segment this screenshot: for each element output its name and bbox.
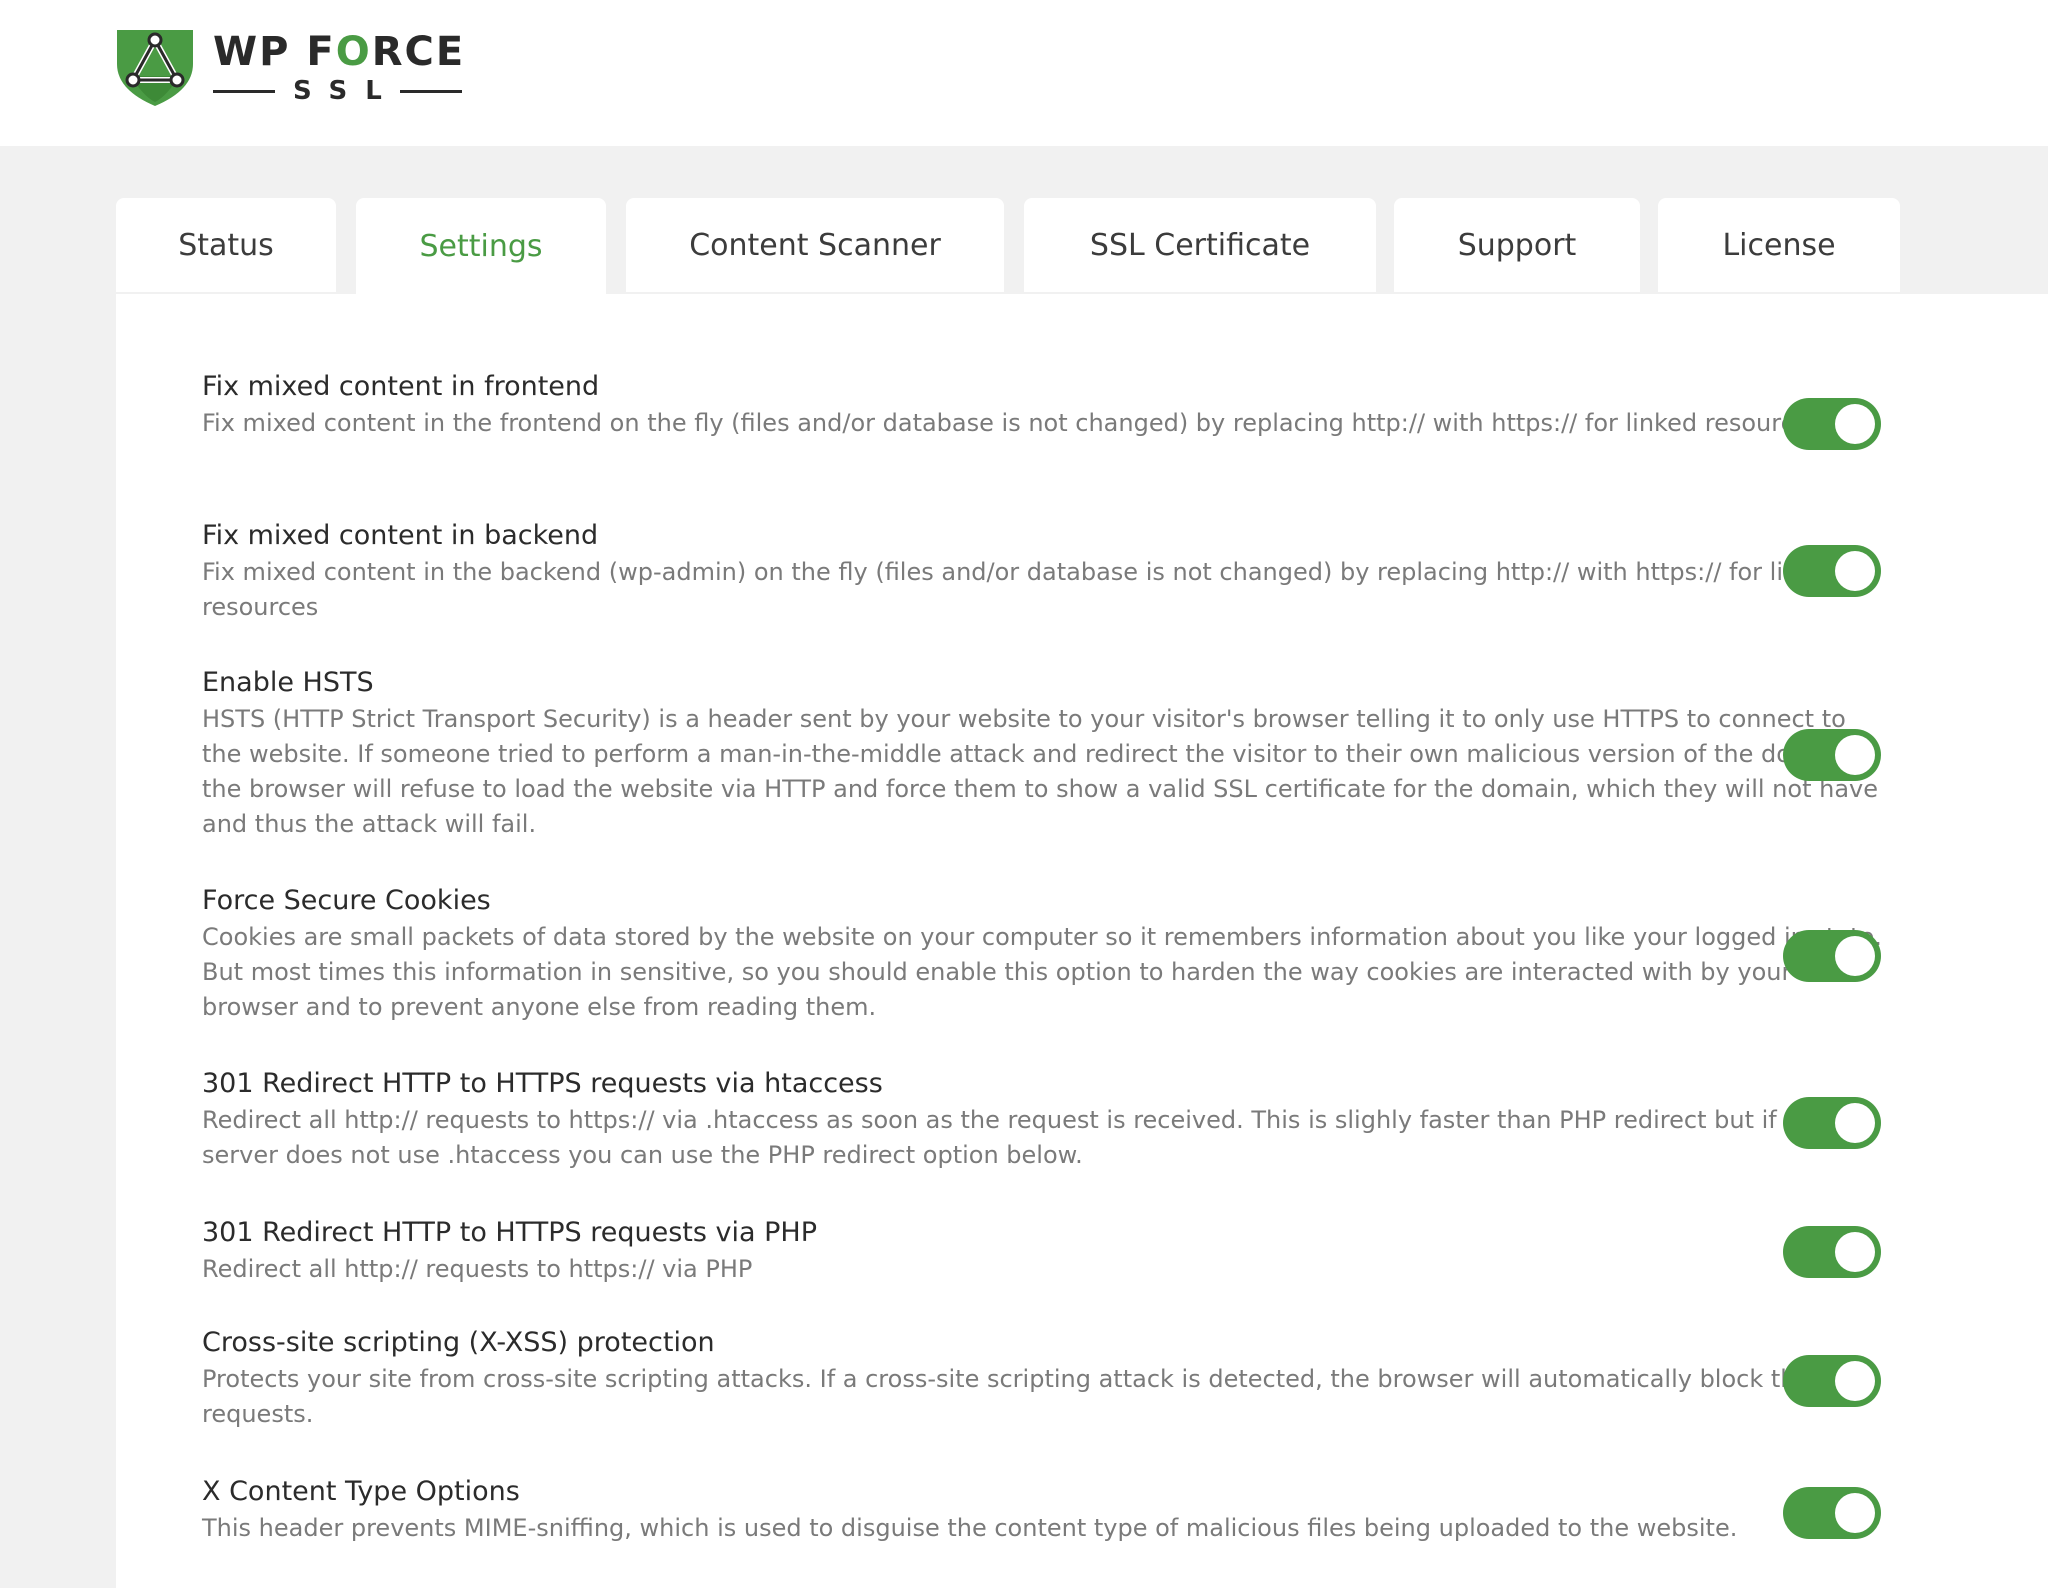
setting-title: Enable HSTS xyxy=(202,667,374,698)
toggle-xss-protection[interactable] xyxy=(1783,1355,1881,1407)
brand-logo[interactable]: WP FORCE SSL xyxy=(113,24,465,108)
setting-row: X Content Type Options This header preve… xyxy=(202,1475,1882,1546)
settings-panel: Fix mixed content in frontend Fix mixed … xyxy=(116,294,2048,1588)
tab-status[interactable]: Status xyxy=(116,198,336,292)
tab-ssl-certificate[interactable]: SSL Certificate xyxy=(1024,198,1376,292)
toggle-force-secure-cookies[interactable] xyxy=(1783,930,1881,982)
header: WP FORCE SSL xyxy=(0,0,2048,146)
setting-title: Force Secure Cookies xyxy=(202,885,491,916)
setting-title: Cross-site scripting (X-XSS) protection xyxy=(202,1327,715,1358)
tab-settings[interactable]: Settings xyxy=(356,198,606,294)
setting-description: Fix mixed content in the frontend on the… xyxy=(202,409,1829,437)
setting-row: Force Secure Cookies Cookies are small p… xyxy=(202,884,1882,1025)
setting-row: Fix mixed content in backend Fix mixed c… xyxy=(202,519,1882,625)
setting-row: 301 Redirect HTTP to HTTPS requests via … xyxy=(202,1216,1882,1287)
toggle-x-content-type-options[interactable] xyxy=(1783,1487,1881,1539)
toggle-redirect-htaccess[interactable] xyxy=(1783,1097,1881,1149)
shield-logo-icon xyxy=(117,30,193,106)
setting-description: Cookies are small packets of data stored… xyxy=(202,923,1882,1021)
toggle-enable-hsts[interactable] xyxy=(1783,729,1881,781)
tab-content-scanner[interactable]: Content Scanner xyxy=(626,198,1004,292)
brand-name: WP FORCE xyxy=(213,29,466,75)
toggle-redirect-php[interactable] xyxy=(1783,1226,1881,1278)
tab-support[interactable]: Support xyxy=(1394,198,1640,292)
setting-row: Enable HSTS HSTS (HTTP Strict Transport … xyxy=(202,666,1882,842)
setting-title: 301 Redirect HTTP to HTTPS requests via … xyxy=(202,1217,817,1248)
tab-license[interactable]: License xyxy=(1658,198,1900,292)
setting-description: Redirect all http:// requests to https:/… xyxy=(202,1106,1839,1169)
setting-description: Redirect all http:// requests to https:/… xyxy=(202,1255,753,1283)
setting-description: HSTS (HTTP Strict Transport Security) is… xyxy=(202,705,1879,838)
setting-row: Cross-site scripting (X-XSS) protection … xyxy=(202,1326,1882,1432)
setting-description: This header prevents MIME-sniffing, whic… xyxy=(202,1514,1738,1542)
setting-title: Fix mixed content in backend xyxy=(202,520,599,551)
setting-title: Fix mixed content in frontend xyxy=(202,371,600,402)
setting-row: 301 Redirect HTTP to HTTPS requests via … xyxy=(202,1067,1882,1173)
toggle-fix-mixed-content-frontend[interactable] xyxy=(1783,398,1881,450)
setting-title: X Content Type Options xyxy=(202,1476,520,1507)
setting-description: Protects your site from cross-site scrip… xyxy=(202,1365,1838,1428)
setting-row: Fix mixed content in frontend Fix mixed … xyxy=(202,370,1882,441)
setting-description: Fix mixed content in the backend (wp-adm… xyxy=(202,558,1842,621)
setting-title: 301 Redirect HTTP to HTTPS requests via … xyxy=(202,1068,883,1099)
brand-subtitle: SSL xyxy=(213,76,465,106)
toggle-fix-mixed-content-backend[interactable] xyxy=(1783,545,1881,597)
